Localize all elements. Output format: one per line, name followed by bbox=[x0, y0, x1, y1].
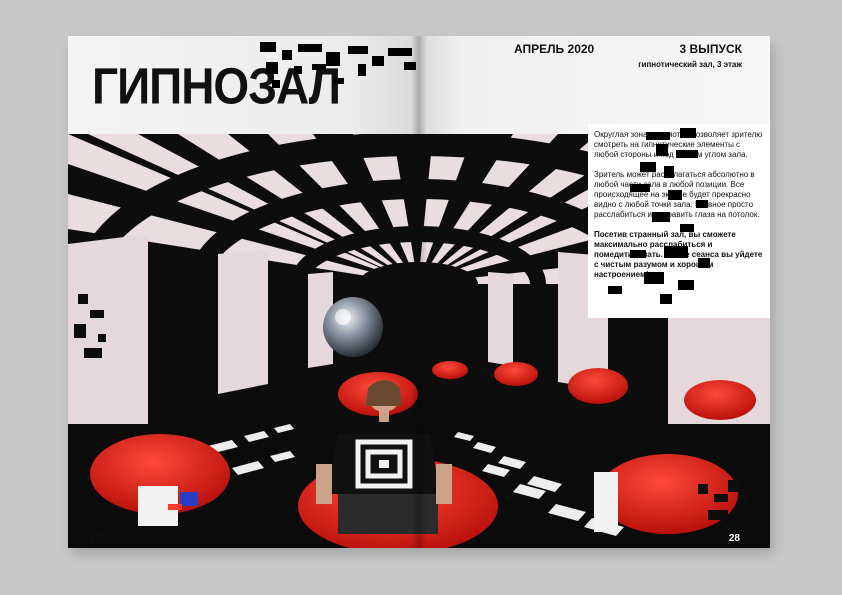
issue-number: 3 ВЫПУСК bbox=[679, 42, 742, 56]
glitch-block bbox=[260, 42, 276, 52]
page-number-right: 28 bbox=[728, 533, 740, 544]
magazine-title: ГИПНОЗАЛ bbox=[92, 57, 341, 115]
glitch-block bbox=[630, 250, 646, 258]
glitch-block bbox=[680, 128, 696, 138]
glitch-block bbox=[312, 64, 326, 70]
location-subtitle: гипнотический зал, 3 этаж bbox=[638, 60, 742, 69]
glitch-block bbox=[358, 64, 366, 76]
glitch-block bbox=[630, 184, 650, 192]
glitch-block bbox=[272, 80, 280, 88]
glitch-block bbox=[678, 280, 694, 290]
glitch-block bbox=[298, 44, 322, 52]
page-number-left: 27 bbox=[90, 533, 102, 544]
issue-date: АПРЕЛЬ 2020 bbox=[514, 42, 595, 56]
glitch-block bbox=[372, 56, 384, 66]
glitch-block bbox=[664, 166, 674, 178]
glitch-block bbox=[348, 46, 368, 54]
glitch-block bbox=[698, 258, 710, 268]
glitch-block bbox=[676, 150, 698, 158]
glitch-block bbox=[326, 52, 340, 66]
glitch-block bbox=[646, 132, 670, 140]
glitch-block bbox=[266, 62, 278, 74]
magazine-stage: ГИПНОЗАЛ АПРЕЛЬ 2020 3 ВЫПУСК гипнотичес… bbox=[0, 0, 842, 595]
glitch-block bbox=[652, 212, 670, 222]
spread-gutter bbox=[411, 36, 427, 548]
glitch-block bbox=[660, 294, 672, 304]
glitch-block bbox=[282, 50, 292, 60]
glitch-block bbox=[294, 66, 302, 74]
magazine-spread: ГИПНОЗАЛ АПРЕЛЬ 2020 3 ВЫПУСК гипнотичес… bbox=[68, 36, 770, 548]
glitch-block bbox=[608, 286, 622, 294]
glitch-block bbox=[668, 190, 682, 200]
glitch-block bbox=[644, 272, 664, 284]
glitch-block bbox=[680, 224, 694, 232]
glitch-block bbox=[696, 200, 708, 208]
glitch-block bbox=[664, 246, 688, 258]
glitch-block bbox=[656, 144, 668, 156]
glitch-block bbox=[388, 48, 412, 56]
glitch-block bbox=[334, 78, 344, 84]
glitch-block bbox=[640, 162, 656, 172]
